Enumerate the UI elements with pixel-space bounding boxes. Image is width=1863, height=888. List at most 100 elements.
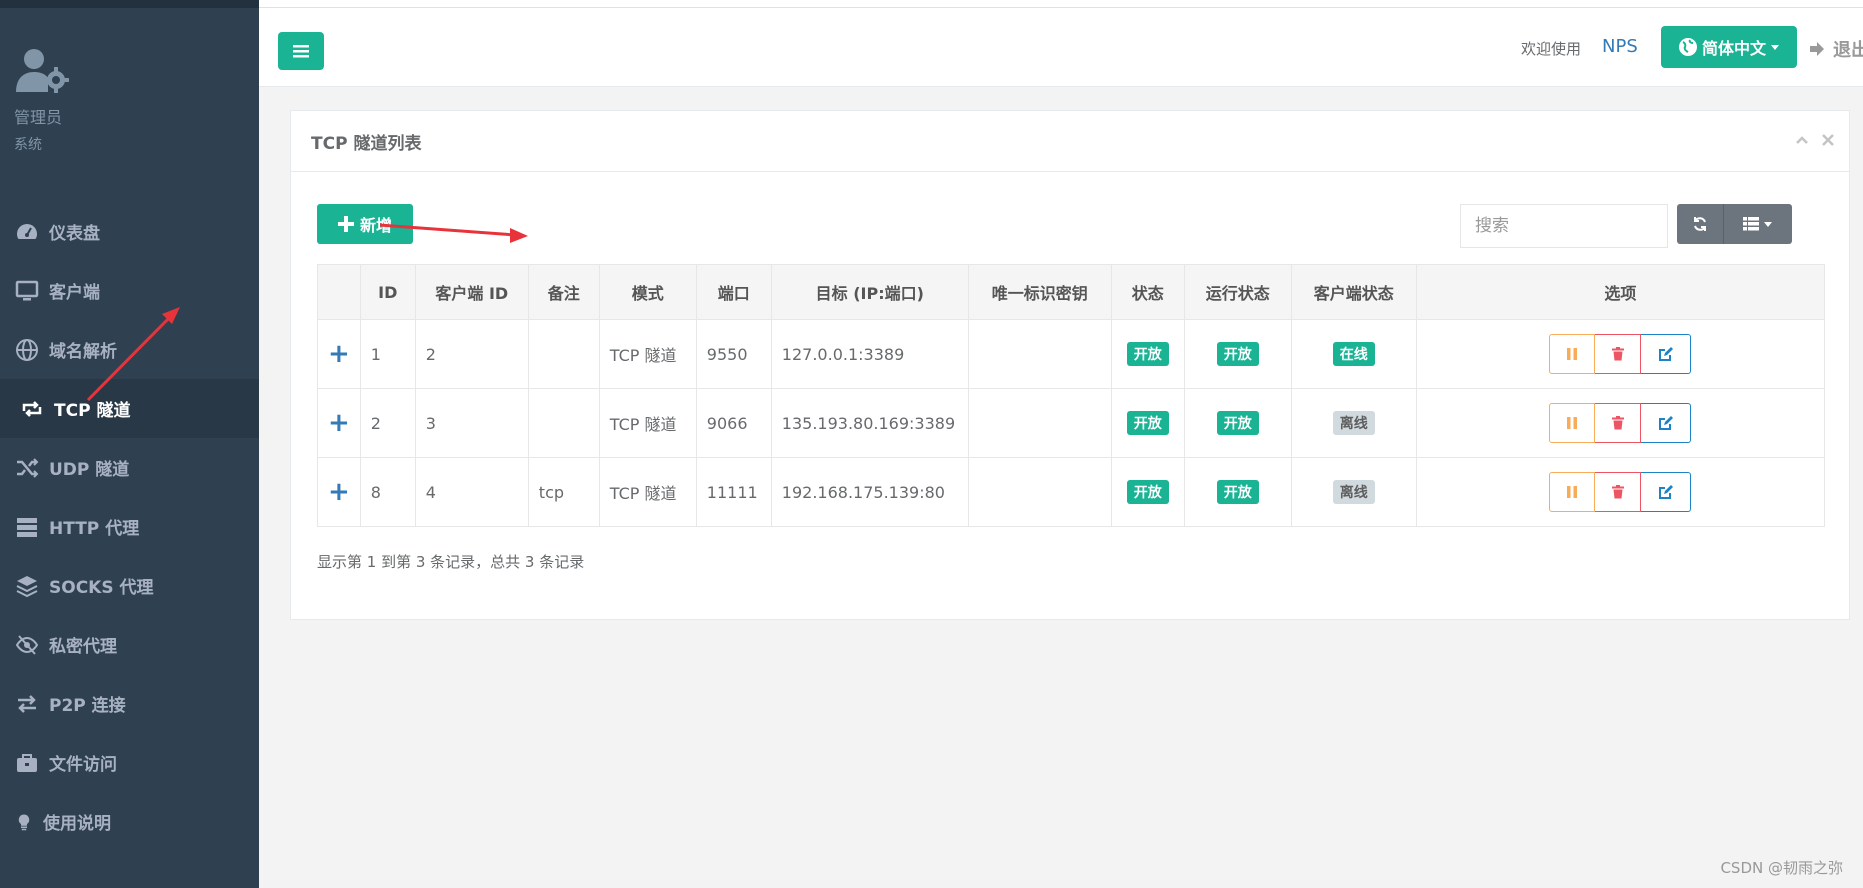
- delete-button[interactable]: [1595, 403, 1642, 443]
- delete-button[interactable]: [1595, 472, 1642, 512]
- sidebar-item-file[interactable]: 文件访问: [0, 733, 259, 792]
- sidebar-item-label: TCP 隧道: [54, 401, 131, 421]
- pause-button[interactable]: [1549, 334, 1596, 374]
- row-actions: [1427, 472, 1814, 512]
- run-status-badge: 开放: [1216, 411, 1259, 435]
- sidebar-item-label: SOCKS 代理: [49, 578, 154, 598]
- retweet-icon: [22, 400, 42, 417]
- watermark: CSDN @韧雨之弥: [1720, 859, 1843, 877]
- panel-tools: [1795, 133, 1835, 147]
- edit-icon: [1658, 416, 1673, 430]
- cell-id: 8: [359, 457, 416, 527]
- refresh-button[interactable]: [1677, 204, 1724, 244]
- cell-mode: TCP 隧道: [598, 388, 697, 458]
- user-settings-icon: [16, 49, 69, 93]
- edit-button[interactable]: [1641, 403, 1692, 443]
- cell-remark: [527, 319, 600, 389]
- trash-icon: [1611, 416, 1624, 430]
- column-header[interactable]: 端口: [695, 264, 772, 320]
- column-header[interactable]: 唯一标识密钥: [967, 264, 1112, 320]
- collapse-icon[interactable]: [1795, 133, 1809, 147]
- welcome-text: 欢迎使用: [1521, 40, 1582, 58]
- cell-client-id: 4: [414, 457, 529, 527]
- pause-button[interactable]: [1549, 403, 1596, 443]
- table-row: + 8 4 tcp TCP 隧道 11111 192.168.175.139:8…: [317, 457, 1826, 527]
- delete-button[interactable]: [1595, 334, 1642, 374]
- cell-client-id: 2: [414, 319, 529, 389]
- sidebar-item-http[interactable]: HTTP 代理: [0, 497, 259, 556]
- edit-icon: [1658, 347, 1673, 361]
- column-header[interactable]: 客户端 ID: [414, 264, 529, 320]
- expand-row-icon[interactable]: +: [317, 388, 361, 458]
- add-button-label: 新增: [359, 216, 392, 235]
- expand-row-icon[interactable]: +: [317, 319, 361, 389]
- sidebar-item-help[interactable]: 使用说明: [0, 792, 259, 851]
- top-navbar: 欢迎使用 NPS 简体中文 退出: [259, 8, 1863, 87]
- sidebar-item-label: 文件访问: [49, 755, 117, 775]
- cell-remark: tcp: [527, 457, 600, 527]
- tcp-tunnel-panel: TCP 隧道列表 新增 ID 客户端 ID 备注 模式 端口 目: [290, 110, 1850, 620]
- sidebar-item-secret[interactable]: 私密代理: [0, 615, 259, 674]
- edit-button[interactable]: [1641, 334, 1692, 374]
- run-status-badge: 开放: [1216, 480, 1259, 504]
- column-header: 选项: [1415, 264, 1826, 320]
- cell-options: [1415, 319, 1826, 389]
- sidebar-item-label: 使用说明: [43, 814, 111, 834]
- cell-client-status: 离线: [1290, 457, 1417, 527]
- sidebar-item-label: UDP 隧道: [49, 460, 130, 480]
- add-tunnel-button[interactable]: 新增: [317, 204, 413, 244]
- table-row: + 2 3 TCP 隧道 9066 135.193.80.169:3389 开放…: [317, 388, 1826, 458]
- plus-icon: [337, 216, 354, 232]
- cell-client-status: 在线: [1290, 319, 1417, 389]
- logout-label: 退出: [1833, 40, 1863, 61]
- cell-key: [967, 319, 1112, 389]
- column-header[interactable]: 客户端状态: [1290, 264, 1417, 320]
- edit-button[interactable]: [1641, 472, 1692, 512]
- tunnel-table: ID 客户端 ID 备注 模式 端口 目标 (IP:端口) 唯一标识密钥 状态 …: [317, 264, 1826, 527]
- column-header[interactable]: 状态: [1110, 264, 1185, 320]
- cell-port: 11111: [695, 457, 772, 527]
- column-header-expand: [317, 264, 361, 320]
- table-header-row: ID 客户端 ID 备注 模式 端口 目标 (IP:端口) 唯一标识密钥 状态 …: [317, 264, 1826, 320]
- cell-run-status: 开放: [1183, 457, 1292, 527]
- column-header[interactable]: 运行状态: [1183, 264, 1292, 320]
- language-dropdown[interactable]: 简体中文: [1661, 26, 1797, 68]
- column-header[interactable]: 备注: [527, 264, 600, 320]
- search-input[interactable]: [1460, 204, 1668, 248]
- cell-run-status: 开放: [1183, 388, 1292, 458]
- columns-dropdown[interactable]: [1724, 204, 1792, 244]
- sidebar-item-udp[interactable]: UDP 隧道: [0, 438, 259, 497]
- sidebar-item-domain[interactable]: 域名解析: [0, 320, 259, 379]
- bars-icon: [293, 45, 309, 58]
- sidebar-item-clients[interactable]: 客户端: [0, 261, 259, 320]
- sidebar-item-dashboard[interactable]: 仪表盘: [0, 202, 259, 261]
- brand-link[interactable]: NPS: [1602, 36, 1638, 57]
- menu-toggle-button[interactable]: [278, 32, 324, 70]
- sidebar-item-socks[interactable]: SOCKS 代理: [0, 556, 259, 615]
- sidebar-item-tcp[interactable]: TCP 隧道: [0, 379, 259, 438]
- sidebar-item-label: HTTP 代理: [49, 519, 140, 539]
- cell-remark: [527, 388, 600, 458]
- column-header[interactable]: ID: [359, 264, 416, 320]
- language-label: 简体中文: [1701, 39, 1766, 58]
- column-header[interactable]: 目标 (IP:端口): [770, 264, 969, 320]
- cell-key: [967, 388, 1112, 458]
- layers-icon: [16, 575, 38, 597]
- panel-title: TCP 隧道列表: [311, 133, 422, 154]
- column-header[interactable]: 模式: [598, 264, 697, 320]
- cell-mode: TCP 隧道: [598, 319, 697, 389]
- dashboard-icon: [17, 223, 37, 239]
- caret-down-icon: [1771, 45, 1779, 50]
- sidebar-item-p2p[interactable]: P2P 连接: [0, 674, 259, 733]
- list-icon: [1743, 217, 1759, 231]
- client-status-badge: 离线: [1332, 411, 1375, 435]
- logout-link[interactable]: 退出: [1809, 36, 1863, 62]
- cell-target: 127.0.0.1:3389: [770, 319, 969, 389]
- globe-icon: [1678, 38, 1697, 56]
- pause-button[interactable]: [1549, 472, 1596, 512]
- cell-status: 开放: [1110, 319, 1185, 389]
- expand-row-icon[interactable]: +: [317, 457, 361, 527]
- close-icon[interactable]: [1821, 133, 1835, 147]
- cell-run-status: 开放: [1183, 319, 1292, 389]
- status-badge: 开放: [1126, 480, 1169, 504]
